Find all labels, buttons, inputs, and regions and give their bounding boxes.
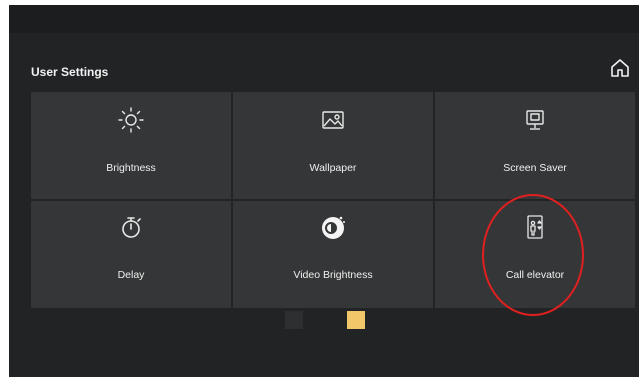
call-elevator-tile[interactable]: Call elevator [435,201,635,308]
page-title: User Settings [31,65,109,79]
elevator-icon [521,213,549,241]
settings-grid: Brightness Wallpaper Screen Saver Delay … [31,92,635,309]
screen-saver-label: Screen Saver [503,162,567,174]
image-icon [319,106,347,134]
call-elevator-label: Call elevator [505,269,565,281]
wallpaper-tile[interactable]: Wallpaper [233,92,433,199]
sun-icon [117,106,145,134]
brightness-label: Brightness [106,162,156,174]
stopwatch-icon [117,213,145,241]
video-brightness-icon [319,213,347,241]
wallpaper-label: Wallpaper [309,162,357,174]
delay-label: Delay [117,269,145,281]
page-dot-1[interactable] [285,311,303,329]
brightness-tile[interactable]: Brightness [31,92,231,199]
video-brightness-tile[interactable]: Video Brightness [233,201,433,308]
page-dot-2[interactable] [347,311,365,329]
home-icon[interactable] [609,57,631,79]
settings-screen: User Settings Brightness Wallpaper Scree… [9,5,639,377]
monitor-icon [521,106,549,134]
screen-saver-tile[interactable]: Screen Saver [435,92,635,199]
top-bar [9,5,639,33]
delay-tile[interactable]: Delay [31,201,231,308]
video-brightness-label: Video Brightness [293,269,373,281]
